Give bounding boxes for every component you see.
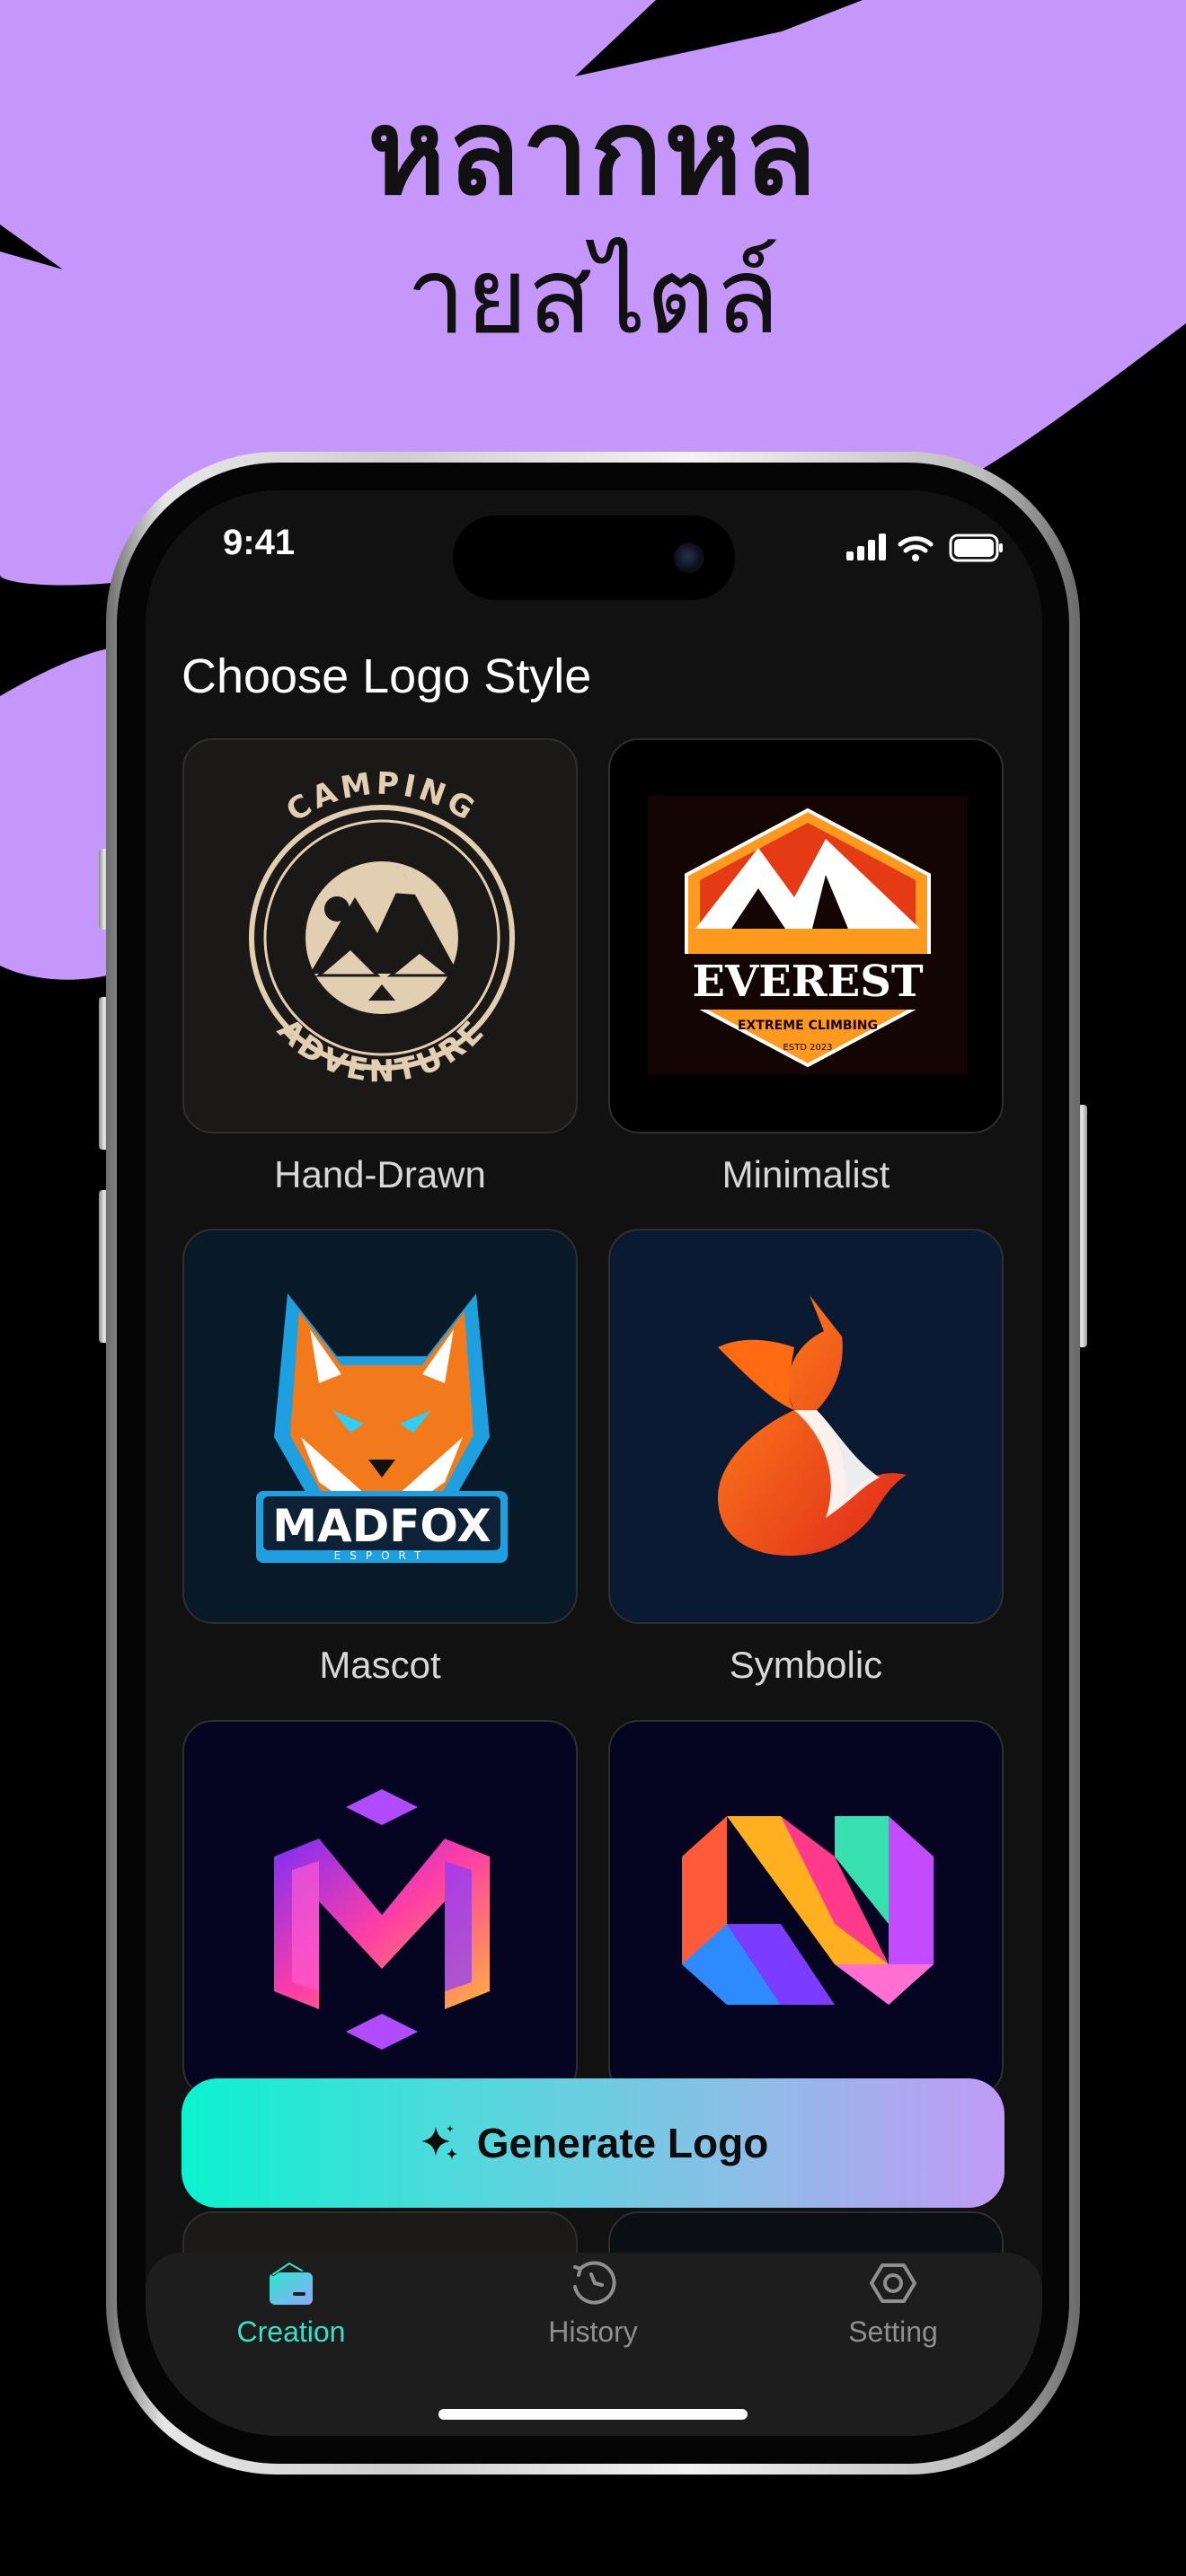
- extreme-climbing-text: EXTREME CLIMBING: [738, 1019, 878, 1033]
- cellular-signal-icon: [846, 534, 886, 560]
- style-card-mascot[interactable]: MADFOX ESPORT: [182, 1229, 578, 1624]
- home-indicator: [438, 2409, 748, 2420]
- everest-text: EVEREST: [692, 957, 924, 1007]
- setting-icon: [870, 2263, 916, 2303]
- camera-icon: [674, 543, 704, 573]
- tab-creation-label: Creation: [236, 2316, 346, 2348]
- style-label-minimalist: Minimalist: [721, 1153, 890, 1195]
- style-label-hand-drawn: Hand-Drawn: [274, 1153, 486, 1195]
- creation-icon: [270, 2261, 313, 2305]
- style-card-minimalist[interactable]: EVEREST EXTREME CLIMBING ESTD 2023: [608, 738, 1004, 1134]
- esport-text: ESPORT: [334, 1549, 430, 1562]
- madfox-text: MADFOX: [272, 1500, 491, 1552]
- style-label-mascot: Mascot: [319, 1644, 441, 1686]
- headline: หลากหล ายสไตล์: [0, 81, 1186, 363]
- fox-mascot-icon: MADFOX ESPORT: [256, 1293, 508, 1563]
- battery-icon: [949, 534, 1003, 562]
- dynamic-island: [453, 516, 735, 600]
- estd-text: ESTD 2023: [783, 1043, 832, 1053]
- m-monogram-icon: [274, 1789, 490, 2050]
- app-store-screenshot: หลากหล ายสไตล์ 9:41 Choose Logo Style CA…: [0, 0, 1186, 2576]
- status-time: 9:41: [223, 523, 296, 562]
- tab-history-label: History: [548, 2316, 638, 2348]
- section-title: Choose Logo Style: [181, 649, 592, 703]
- wifi-icon: [898, 536, 934, 561]
- tab-setting[interactable]: Setting: [785, 2256, 1001, 2364]
- generate-logo-label: Generate Logo: [476, 2120, 769, 2166]
- headline-line-2: ายสไตล์: [406, 234, 780, 357]
- camping-badge-icon: CAMPING ADVENTURE: [249, 765, 515, 1090]
- status-icons: [846, 534, 1003, 562]
- sparkle-icon: [420, 2125, 457, 2159]
- mountain-badge-icon: EVEREST EXTREME CLIMBING ESTD 2023: [648, 796, 968, 1074]
- style-card-monogram-m[interactable]: [182, 1720, 578, 2097]
- style-card-symbolic[interactable]: [608, 1229, 1004, 1624]
- tab-setting-label: Setting: [848, 2316, 938, 2348]
- generate-logo-button[interactable]: Generate Logo: [181, 2078, 1005, 2208]
- fox-tail-icon: [717, 1295, 907, 1556]
- history-icon: [573, 2261, 616, 2305]
- tab-creation[interactable]: Creation: [183, 2256, 399, 2364]
- n-monogram-icon: [682, 1816, 934, 2005]
- style-card-hand-drawn[interactable]: CAMPING ADVENTURE: [182, 738, 578, 1134]
- style-card-monogram-n[interactable]: [608, 1720, 1004, 2097]
- style-label-symbolic: Symbolic: [729, 1644, 883, 1686]
- tab-history[interactable]: History: [485, 2256, 701, 2364]
- headline-line-1: หลากหล: [367, 84, 819, 222]
